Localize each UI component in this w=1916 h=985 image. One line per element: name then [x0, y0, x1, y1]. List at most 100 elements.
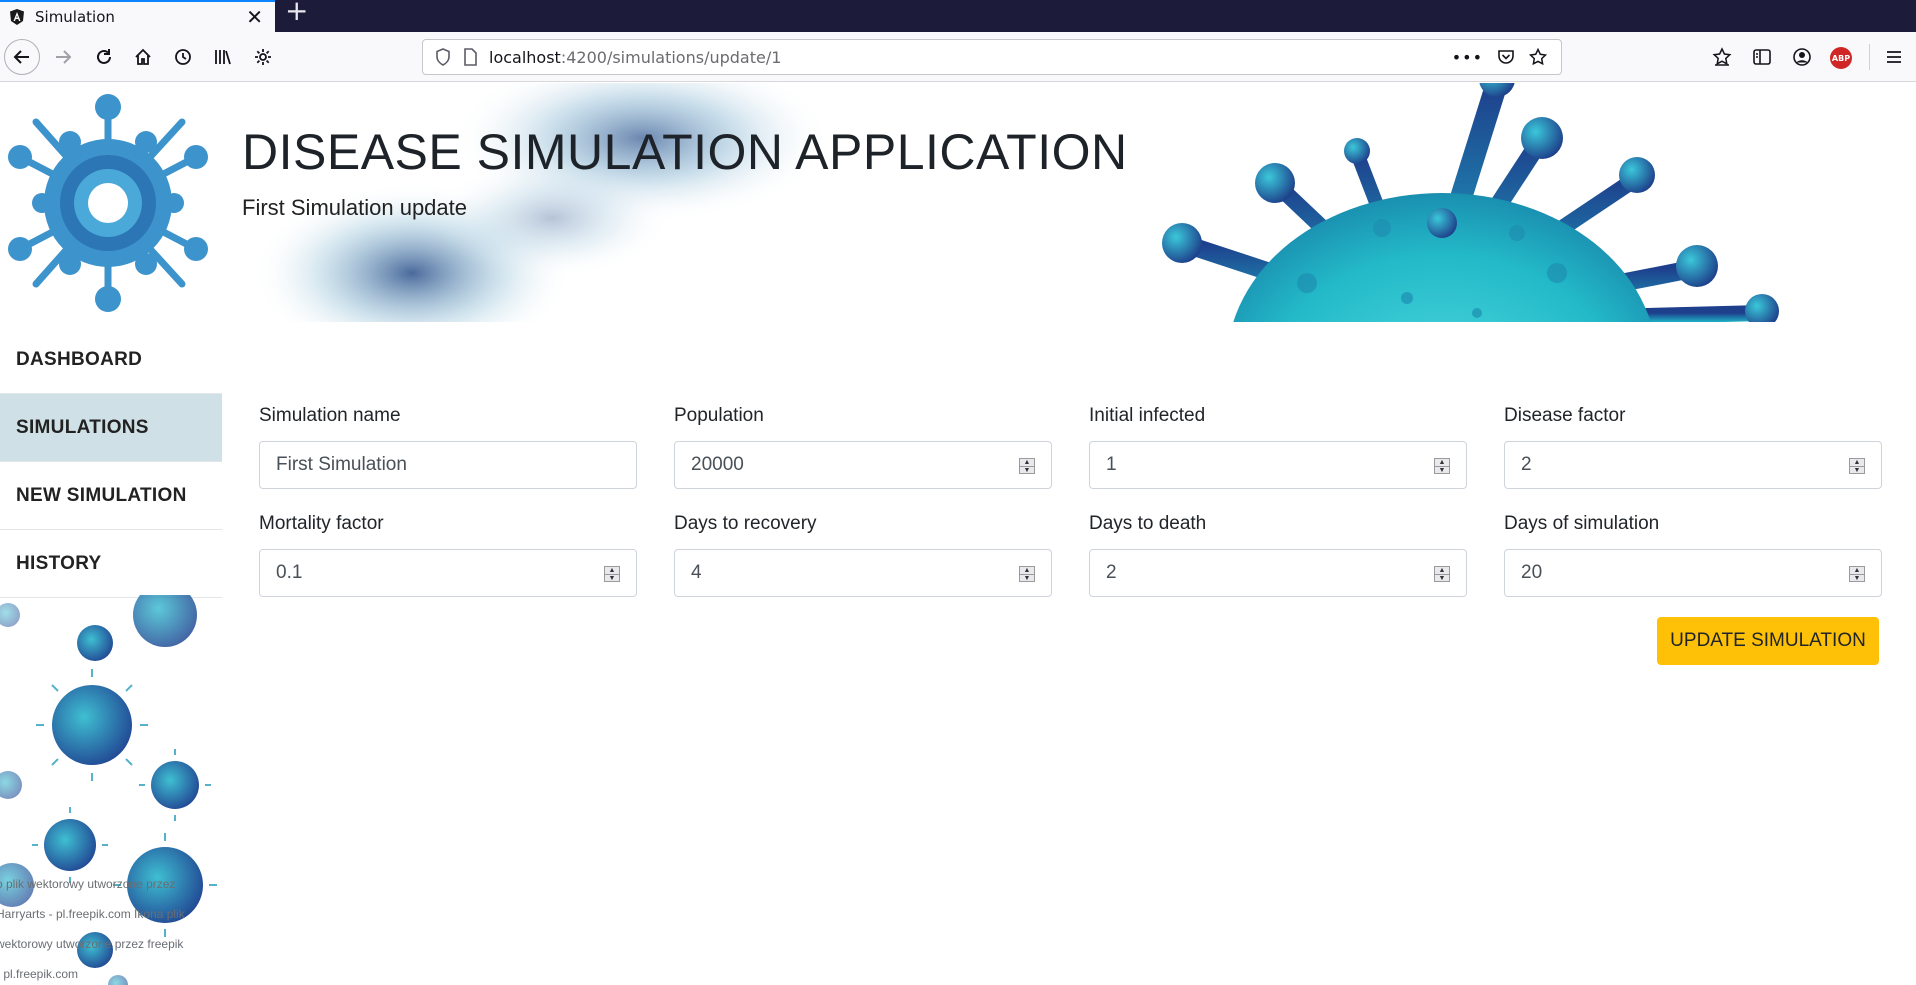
history-icon: [175, 49, 191, 65]
population-input[interactable]: 20000 ▲ ▼: [674, 441, 1052, 489]
number-spinner[interactable]: ▲ ▼: [604, 566, 620, 582]
spinner-up-icon[interactable]: ▲: [1020, 459, 1034, 466]
spinner-down-icon[interactable]: ▼: [1020, 466, 1034, 474]
browser-tab-strip: Simulation ✕ +: [0, 0, 1916, 32]
tab-title: Simulation: [35, 8, 115, 26]
home-button[interactable]: [127, 41, 159, 73]
number-spinner[interactable]: ▲ ▼: [1434, 458, 1450, 474]
sidebar-item-history[interactable]: HISTORY: [0, 530, 222, 598]
days-of-simulation-field: Days of simulation 20 ▲ ▼: [1504, 513, 1882, 597]
number-spinner[interactable]: ▲ ▼: [1019, 566, 1035, 582]
angular-icon: [10, 9, 24, 25]
spinner-up-icon[interactable]: ▲: [605, 567, 619, 574]
settings-button[interactable]: [247, 41, 279, 73]
input-value: 2: [1106, 562, 1117, 583]
account-button[interactable]: [1786, 41, 1818, 73]
sidebar-icon: [1753, 49, 1771, 65]
days-of-simulation-input[interactable]: 20 ▲ ▼: [1504, 549, 1882, 597]
pocket-icon[interactable]: [1497, 48, 1515, 66]
history-button[interactable]: [167, 41, 199, 73]
number-spinner[interactable]: ▲ ▼: [1849, 458, 1865, 474]
bookmarks-star-icon: [1712, 47, 1732, 66]
menu-icon: [1887, 51, 1901, 63]
field-label: Mortality factor: [259, 513, 384, 534]
reload-icon: [97, 49, 111, 64]
sidebar-menu: DASHBOARD SIMULATIONS NEW SIMULATION HIS…: [0, 326, 222, 598]
credit-line: wektorowy utworzone przez freepik: [0, 937, 184, 951]
app-menu-button[interactable]: [1878, 41, 1910, 73]
reload-button[interactable]: [88, 41, 120, 73]
spinner-down-icon[interactable]: ▼: [1850, 574, 1864, 582]
spinner-down-icon[interactable]: ▼: [1435, 574, 1449, 582]
forward-button[interactable]: [47, 41, 79, 73]
simulation-name-input[interactable]: First Simulation: [259, 441, 637, 489]
disease-factor-input[interactable]: 2 ▲ ▼: [1504, 441, 1882, 489]
input-value: 4: [691, 562, 702, 583]
spinner-up-icon[interactable]: ▲: [1850, 459, 1864, 466]
virus-logo-icon: [8, 94, 208, 312]
sidebar-item-label: HISTORY: [16, 552, 102, 574]
spinner-up-icon[interactable]: ▲: [1850, 567, 1864, 574]
page-title: DISEASE SIMULATION APPLICATION: [242, 124, 1128, 180]
spinner-up-icon[interactable]: ▲: [1435, 567, 1449, 574]
days-to-death-input[interactable]: 2 ▲ ▼: [1089, 549, 1467, 597]
settings-icon: [255, 49, 271, 65]
number-spinner[interactable]: ▲ ▼: [1849, 566, 1865, 582]
sidebar-item-dashboard[interactable]: DASHBOARD: [0, 326, 222, 394]
site-info-icon[interactable]: [435, 48, 451, 66]
spinner-down-icon[interactable]: ▼: [1020, 574, 1034, 582]
new-tab-button[interactable]: +: [285, 0, 308, 26]
field-label: Simulation name: [259, 405, 401, 426]
field-label: Disease factor: [1504, 405, 1626, 426]
back-icon: [13, 50, 29, 64]
days-to-death-field: Days to death 2 ▲ ▼: [1089, 513, 1467, 597]
spinner-up-icon[interactable]: ▲: [1020, 567, 1034, 574]
sidebar-item-label: SIMULATIONS: [16, 416, 149, 438]
spinner-down-icon[interactable]: ▼: [1850, 466, 1864, 474]
sidebar-item-label: DASHBOARD: [16, 348, 143, 370]
field-label: Population: [674, 405, 764, 426]
url-bar[interactable]: localhost:4200/simulations/update/1 •••: [422, 39, 1562, 75]
banner-background: [252, 83, 1779, 322]
back-button[interactable]: [4, 39, 40, 75]
bookmarks-menu-button[interactable]: [1706, 41, 1738, 73]
number-spinner[interactable]: ▲ ▼: [1019, 458, 1035, 474]
input-value: First Simulation: [276, 454, 407, 475]
spinner-up-icon[interactable]: ▲: [1435, 459, 1449, 466]
bookmark-star-icon[interactable]: [1529, 48, 1547, 66]
field-label: Initial infected: [1089, 405, 1206, 426]
credit-line: o plik wektorowy utworzone przez: [0, 877, 176, 891]
credit-line: Harryarts - pl.freepik.com Ikona plik: [0, 907, 185, 921]
spinner-down-icon[interactable]: ▼: [1435, 466, 1449, 474]
input-value: 20000: [691, 454, 744, 475]
close-tab-icon[interactable]: ✕: [246, 7, 263, 27]
library-button[interactable]: [207, 41, 239, 73]
number-spinner[interactable]: ▲ ▼: [1434, 566, 1450, 582]
days-to-recovery-input[interactable]: 4 ▲ ▼: [674, 549, 1052, 597]
sidebar-item-simulations[interactable]: SIMULATIONS: [0, 394, 222, 462]
sidebar-item-new-simulation[interactable]: NEW SIMULATION: [0, 462, 222, 530]
field-label: Days to death: [1089, 513, 1207, 534]
toolbar-divider: [1869, 44, 1870, 70]
sidebar: DASHBOARD SIMULATIONS NEW SIMULATION HIS…: [0, 83, 222, 985]
initial-infected-input[interactable]: 1 ▲ ▼: [1089, 441, 1467, 489]
population-field: Population 20000 ▲ ▼: [674, 405, 1052, 489]
spinner-down-icon[interactable]: ▼: [605, 574, 619, 582]
page-actions-icon[interactable]: •••: [1452, 48, 1483, 67]
browser-tab[interactable]: Simulation ✕: [0, 0, 275, 32]
initial-infected-field: Initial infected 1 ▲ ▼: [1089, 405, 1467, 489]
mortality-factor-input[interactable]: 0.1 ▲ ▼: [259, 549, 637, 597]
disease-factor-field: Disease factor 2 ▲ ▼: [1504, 405, 1882, 489]
input-value: 20: [1521, 562, 1543, 583]
sidebar-item-label: NEW SIMULATION: [16, 484, 187, 506]
adblock-icon[interactable]: ABP: [1830, 47, 1852, 69]
input-value: 2: [1521, 454, 1532, 475]
update-simulation-button[interactable]: UPDATE SIMULATION: [1657, 617, 1879, 665]
url-host: localhost: [489, 47, 561, 67]
library-icon: [215, 50, 231, 65]
forward-icon: [56, 50, 72, 64]
sidebar-toggle-button[interactable]: [1746, 41, 1778, 73]
account-icon: [1793, 48, 1811, 66]
field-label: Days to recovery: [674, 513, 817, 534]
field-label: Days of simulation: [1504, 513, 1660, 534]
